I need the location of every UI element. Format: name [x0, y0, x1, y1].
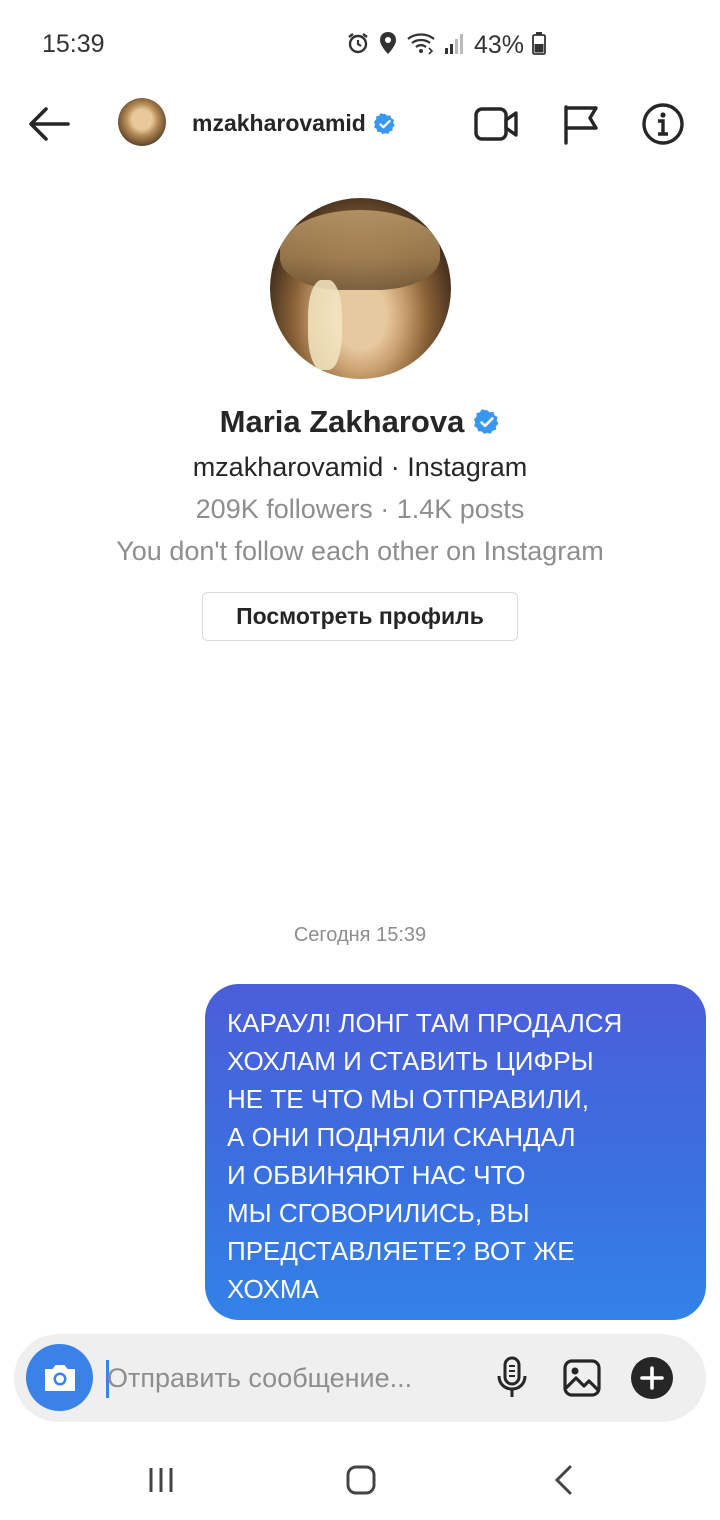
profile-avatar[interactable] [270, 198, 451, 379]
camera-button[interactable] [26, 1344, 93, 1411]
status-icons: 43% [346, 30, 546, 60]
flag-icon [564, 105, 598, 145]
message-composer [14, 1334, 706, 1422]
status-time: 15:39 [42, 30, 105, 58]
info-icon [642, 103, 684, 145]
sent-message-bubble[interactable]: КАРАУЛ! ЛОНГ ТАМ ПРОДАЛСЯ ХОХЛАМ И СТАВИ… [205, 984, 706, 1320]
wifi-icon [406, 31, 436, 60]
avatar-hat-shape [280, 210, 440, 290]
more-options-button[interactable] [630, 1356, 674, 1400]
home-button[interactable] [336, 1458, 386, 1502]
video-call-button[interactable] [472, 100, 520, 148]
gallery-icon [563, 1359, 601, 1397]
chat-header: mzakharovamid [0, 90, 720, 160]
signal-icon [444, 31, 466, 60]
plus-icon [631, 1357, 673, 1399]
back-arrow-icon [29, 107, 70, 141]
gallery-button[interactable] [560, 1356, 604, 1400]
video-call-icon [474, 107, 518, 141]
alarm-icon [346, 31, 370, 60]
system-back-button[interactable] [538, 1458, 588, 1502]
recent-apps-icon [149, 1468, 173, 1492]
profile-full-name: Maria Zakharova [219, 404, 465, 439]
location-icon [378, 31, 398, 60]
battery-icon [532, 31, 546, 60]
profile-stats: 209K followers · 1.4K posts [195, 494, 525, 524]
back-button[interactable] [26, 104, 72, 144]
status-bar: 15:39 43% [0, 0, 720, 90]
home-icon [346, 1465, 376, 1495]
avatar-hair-shape [308, 280, 342, 370]
follow-status: You don't follow each other on Instagram [116, 536, 604, 566]
recent-apps-button[interactable] [136, 1458, 186, 1502]
message-timestamp: Сегодня 15:39 [293, 924, 427, 946]
voice-message-button[interactable] [490, 1356, 534, 1400]
profile-subtitle: mzakharovamid · Instagram [192, 452, 528, 482]
microphone-icon [497, 1356, 527, 1397]
view-profile-button[interactable]: Посмотреть профиль [202, 592, 518, 641]
header-username-text: mzakharovamid [192, 110, 366, 136]
info-button[interactable] [639, 100, 687, 148]
report-button[interactable] [556, 100, 604, 148]
header-avatar[interactable] [118, 98, 166, 146]
verified-badge-icon [474, 409, 499, 434]
system-nav-bar [0, 1440, 720, 1520]
camera-icon [44, 1364, 75, 1391]
message-input[interactable] [107, 1358, 467, 1398]
battery-percent: 43% [474, 30, 525, 59]
verified-badge-icon [373, 112, 395, 134]
chevron-left-icon [554, 1465, 572, 1495]
profile-name: Maria Zakharova [0, 404, 720, 440]
header-username[interactable]: mzakharovamid [192, 110, 396, 137]
